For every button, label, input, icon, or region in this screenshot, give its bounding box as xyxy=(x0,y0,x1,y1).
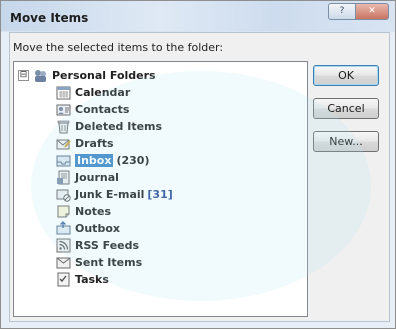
ok-button[interactable]: OK xyxy=(313,65,379,86)
sent-items-icon xyxy=(56,255,71,270)
tree-node-drafts[interactable]: Drafts xyxy=(56,135,114,152)
new-folder-button[interactable]: New... xyxy=(313,131,379,152)
move-prompt: Move the selected items to the folder: xyxy=(13,41,224,54)
tree-node-label: Inbox xyxy=(75,154,114,167)
dialog-body: Move the selected items to the folder: ⊟… xyxy=(9,32,390,322)
tree-node-label: Sent Items xyxy=(75,256,143,269)
tree-node-rss-feeds[interactable]: RSS Feeds xyxy=(56,237,139,254)
tree-node-outbox[interactable]: Outbox xyxy=(56,220,120,237)
close-button[interactable]: ✕ xyxy=(356,3,389,20)
tree-node-journal[interactable]: Journal xyxy=(56,169,119,186)
inbox-icon xyxy=(56,153,71,168)
junk-email-icon xyxy=(56,187,71,202)
calendar-icon xyxy=(56,85,71,100)
tasks-icon xyxy=(56,272,71,287)
tree-node-label: RSS Feeds xyxy=(75,239,140,252)
tree-node-tasks[interactable]: Tasks xyxy=(56,271,109,288)
tree-node-inbox[interactable]: Inbox (230) xyxy=(56,152,149,169)
tree-node-label: Junk E-mail xyxy=(75,188,145,201)
outbox-icon xyxy=(56,221,71,236)
dialog-title: Move Items xyxy=(10,11,89,25)
tree-node-calendar[interactable]: Calendar xyxy=(56,84,130,101)
tree-node-contacts[interactable]: Contacts xyxy=(56,101,129,118)
journal-icon xyxy=(56,170,71,185)
tree-node-notes[interactable]: Notes xyxy=(56,203,111,220)
folder-tree[interactable]: ⊟ Personal Folders Calendar Contacts Del… xyxy=(13,61,308,317)
title-bar-buttons: ? ✕ xyxy=(328,3,389,20)
unread-count: (230) xyxy=(116,154,150,167)
title-bar[interactable]: Move Items ? ✕ xyxy=(1,1,395,31)
tree-node-label: Outbox xyxy=(75,222,120,235)
tree-node-label: Notes xyxy=(75,205,112,218)
tree-node-label: Calendar xyxy=(75,86,131,99)
unread-count: [31] xyxy=(147,188,173,201)
tree-node-deleted-items[interactable]: Deleted Items xyxy=(56,118,162,135)
tree-node-junk-email[interactable]: Junk E-mail [31] xyxy=(56,186,173,203)
tree-node-label: Deleted Items xyxy=(75,120,163,133)
tree-node-sent-items[interactable]: Sent Items xyxy=(56,254,142,271)
tree-node-label: Tasks xyxy=(75,273,109,286)
deleted-items-icon xyxy=(56,119,71,134)
collapse-icon[interactable]: ⊟ xyxy=(18,70,29,81)
tree-node-label: Personal Folders xyxy=(52,69,156,82)
tree-node-label: Journal xyxy=(75,171,119,184)
drafts-icon xyxy=(56,136,71,151)
tree-node-personal-folders[interactable]: ⊟ Personal Folders xyxy=(18,67,156,84)
contacts-icon xyxy=(56,102,71,117)
move-items-dialog: Move Items ? ✕ Move the selected items t… xyxy=(0,0,396,329)
tree-node-label: Contacts xyxy=(75,103,130,116)
rss-feeds-icon xyxy=(56,238,71,253)
help-button[interactable]: ? xyxy=(328,3,356,20)
personal-folders-icon xyxy=(33,68,48,83)
cancel-button[interactable]: Cancel xyxy=(313,98,379,119)
tree-node-label: Drafts xyxy=(75,137,114,150)
notes-icon xyxy=(56,204,71,219)
